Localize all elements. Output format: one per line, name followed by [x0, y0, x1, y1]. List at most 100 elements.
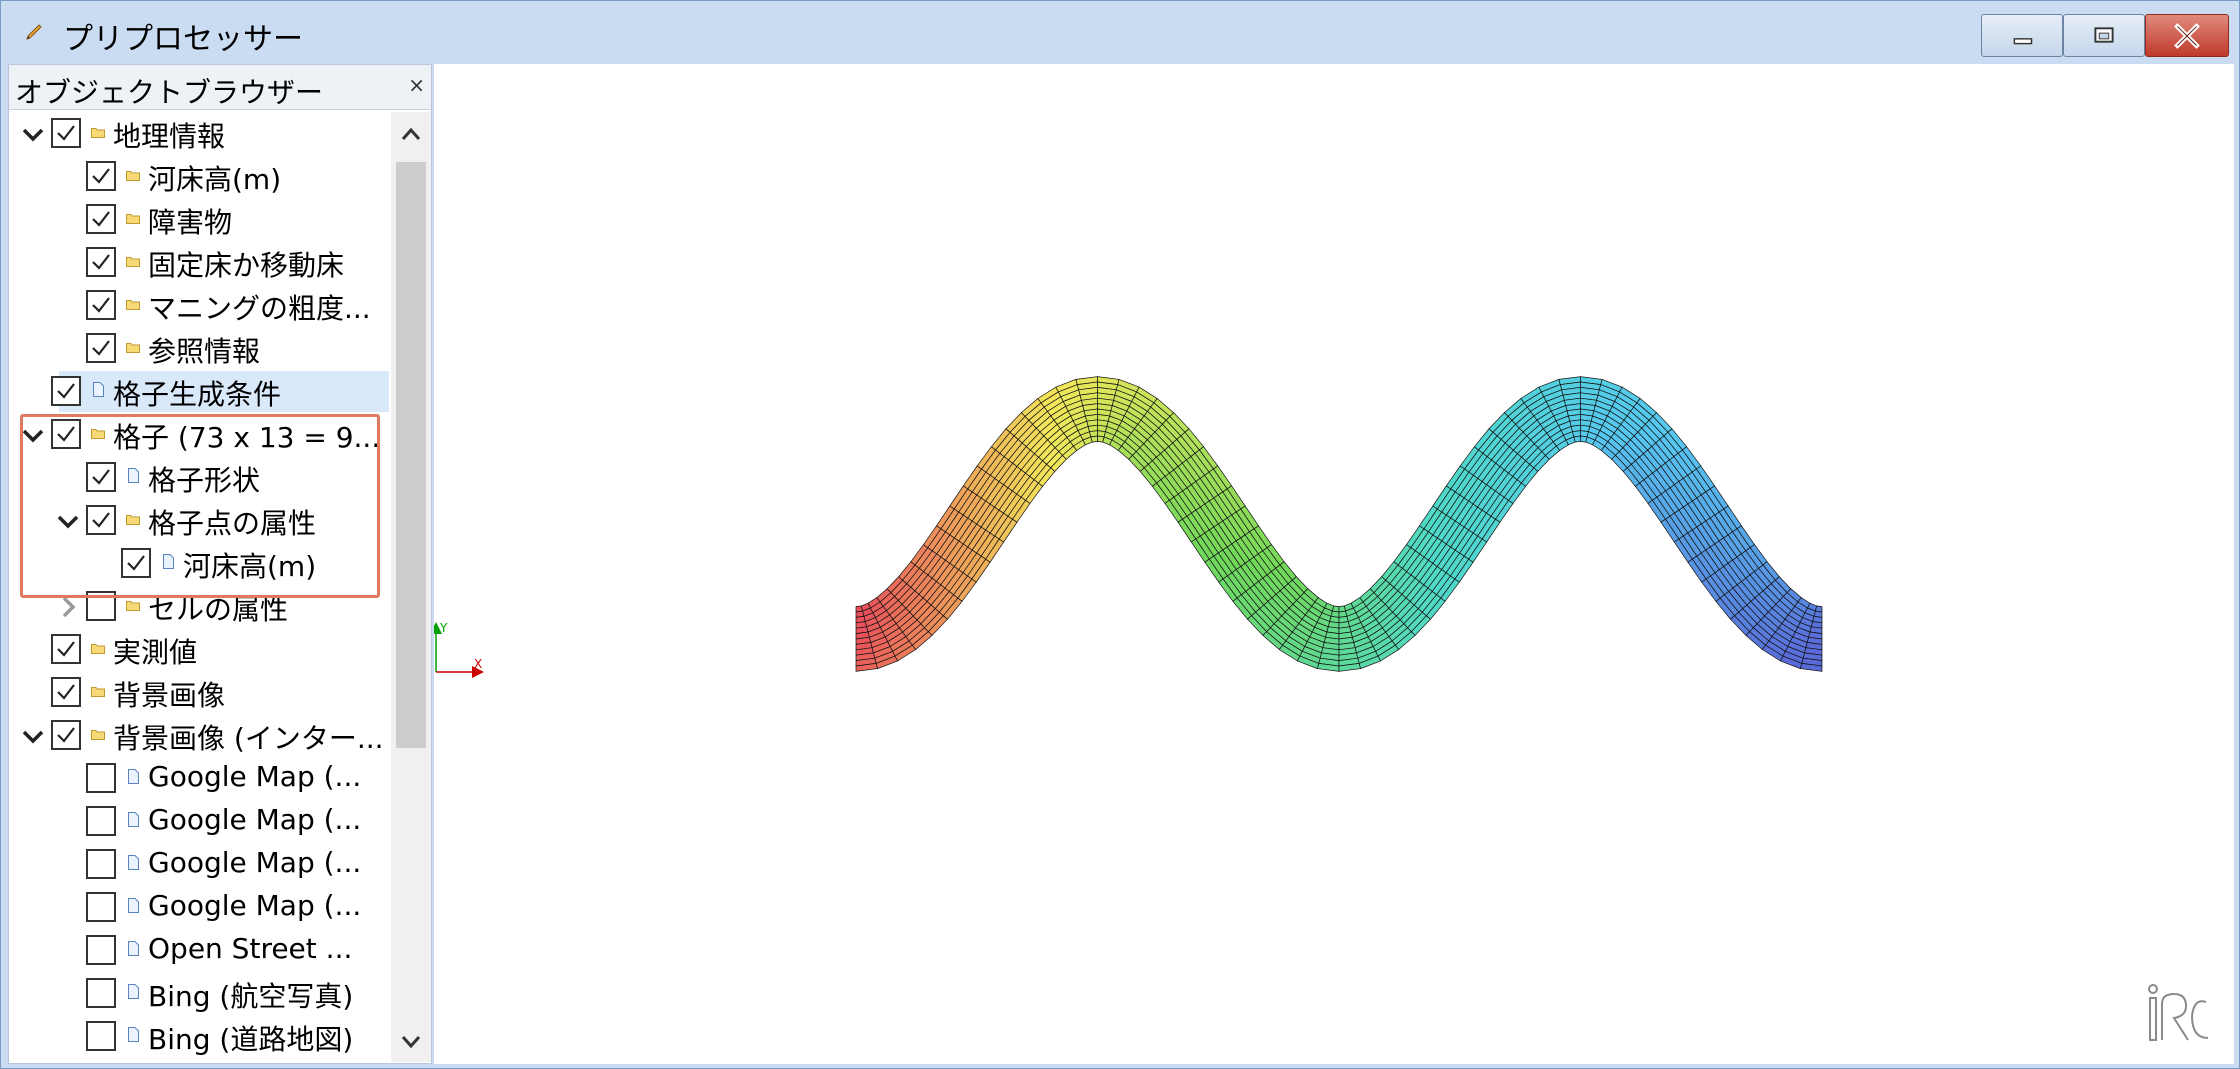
item-checkbox[interactable]: [86, 204, 116, 234]
item-checkbox[interactable]: [86, 935, 116, 965]
chevron-down-icon[interactable]: [21, 122, 45, 146]
tree-item[interactable]: 参照情報: [9, 327, 391, 370]
tree-item[interactable]: Google Map (...: [9, 757, 391, 800]
tree-item[interactable]: 背景画像 (インター...: [9, 714, 391, 757]
scroll-thumb[interactable]: [396, 162, 426, 748]
checkmark-icon: [92, 340, 110, 356]
folder-icon: [126, 343, 140, 353]
tree-item-label: 背景画像: [113, 679, 226, 712]
title-bar[interactable]: プリプロセッサー: [1, 1, 2239, 61]
tree-item-label: Bing (航空写真): [148, 980, 354, 1013]
tree-item-label: 背景画像 (インター...: [113, 722, 384, 755]
x-axis-label: X: [474, 657, 482, 671]
tree-item[interactable]: Open Street ...: [9, 929, 391, 972]
tree-item-label: 河床高(m): [148, 163, 282, 196]
tree-item-label: 格子生成条件: [113, 378, 282, 411]
y-axis-label: Y: [439, 621, 448, 635]
chevron-right-icon[interactable]: [56, 595, 80, 619]
item-checkbox[interactable]: [86, 806, 116, 836]
close-icon: [2174, 23, 2200, 49]
grid-mesh: [855, 376, 1823, 672]
tree-item[interactable]: Bing (道路地図): [9, 1015, 391, 1058]
checkmark-icon: [57, 727, 75, 743]
item-checkbox[interactable]: [86, 849, 116, 879]
item-checkbox[interactable]: [51, 118, 81, 148]
object-browser-title: オブジェクトブラウザー: [15, 76, 324, 109]
tree-scrollbar[interactable]: [391, 112, 431, 1062]
checkmark-icon: [92, 168, 110, 184]
grid-viewport[interactable]: YX: [430, 64, 2234, 1064]
close-button[interactable]: [2145, 14, 2229, 57]
minimize-icon: [2013, 38, 2033, 45]
tree-item[interactable]: Google Map (...: [9, 843, 391, 886]
folder-icon: [126, 214, 140, 224]
item-checkbox[interactable]: [51, 376, 81, 406]
checkmark-icon: [57, 684, 75, 700]
pencil-icon: [26, 24, 42, 40]
checkmark-icon: [92, 211, 110, 227]
iric-logo-icon: [2148, 984, 2209, 1041]
item-checkbox[interactable]: [86, 333, 116, 363]
object-browser-header: オブジェクトブラウザー ×: [9, 65, 431, 110]
grid-highlight-box: [20, 414, 380, 598]
tree-item-label: 障害物: [148, 206, 233, 239]
tree-item-label: Google Map (...: [148, 889, 362, 922]
tree-item[interactable]: マニングの粗度...: [9, 284, 391, 327]
grid-canvas[interactable]: YX: [430, 64, 2234, 1064]
item-checkbox[interactable]: [86, 1021, 116, 1051]
document-icon: [128, 769, 139, 784]
folder-icon: [126, 300, 140, 310]
grid-cell: [1573, 435, 1581, 443]
item-checkbox[interactable]: [86, 161, 116, 191]
tree-item-label: Bing (道路地図): [148, 1023, 354, 1056]
document-icon: [128, 1027, 139, 1042]
window-title: プリプロセッサー: [63, 22, 303, 57]
tree-item[interactable]: 河床高(m): [9, 155, 391, 198]
folder-icon: [126, 601, 140, 611]
grid-cell: [1090, 435, 1098, 443]
preprocessor-window: プリプロセッサー オブジェクトブラウザー × 地理情報河床高(m) 障害物 固定床か…: [0, 0, 2240, 1069]
tree-item[interactable]: Bing (航空写真): [9, 972, 391, 1015]
tree-item-label: マニングの粗度...: [148, 292, 371, 325]
folder-icon: [91, 128, 105, 138]
tree-item[interactable]: 背景画像: [9, 671, 391, 714]
folder-icon: [91, 687, 105, 697]
scroll-down-icon[interactable]: [399, 1032, 423, 1052]
tree-item[interactable]: 固定床か移動床: [9, 241, 391, 284]
document-icon: [128, 984, 139, 999]
document-icon: [128, 855, 139, 870]
item-checkbox[interactable]: [86, 247, 116, 277]
minimize-button[interactable]: [1981, 14, 2063, 57]
chevron-down-icon[interactable]: [21, 724, 45, 748]
tree-item-label: Open Street ...: [148, 932, 353, 965]
checkmark-icon: [57, 125, 75, 141]
folder-icon: [91, 730, 105, 740]
checkmark-icon: [92, 297, 110, 313]
folder-icon: [126, 257, 140, 267]
item-checkbox[interactable]: [86, 290, 116, 320]
folder-icon: [126, 171, 140, 181]
document-icon: [128, 812, 139, 827]
document-icon: [93, 382, 104, 397]
tree-item-label: 参照情報: [148, 335, 261, 368]
panel-close-button[interactable]: ×: [408, 73, 425, 97]
item-checkbox[interactable]: [86, 978, 116, 1008]
checkmark-icon: [57, 641, 75, 657]
checkmark-icon: [92, 254, 110, 270]
tree-item-label: 地理情報: [113, 120, 226, 153]
item-checkbox[interactable]: [86, 763, 116, 793]
tree-item[interactable]: 地理情報: [9, 112, 391, 155]
tree-item[interactable]: 実測値: [9, 628, 391, 671]
tree-item-label: 実測値: [113, 636, 198, 669]
scroll-up-icon[interactable]: [399, 124, 423, 144]
item-checkbox[interactable]: [51, 634, 81, 664]
item-checkbox[interactable]: [86, 892, 116, 922]
tree-item[interactable]: Google Map (...: [9, 886, 391, 929]
maximize-button[interactable]: [2063, 14, 2145, 57]
tree-item-label: Google Map (...: [148, 760, 362, 793]
item-checkbox[interactable]: [51, 677, 81, 707]
tree-item[interactable]: 障害物: [9, 198, 391, 241]
tree-item[interactable]: Google Map (...: [9, 800, 391, 843]
item-checkbox[interactable]: [51, 720, 81, 750]
tree-item[interactable]: 格子生成条件: [9, 370, 391, 413]
